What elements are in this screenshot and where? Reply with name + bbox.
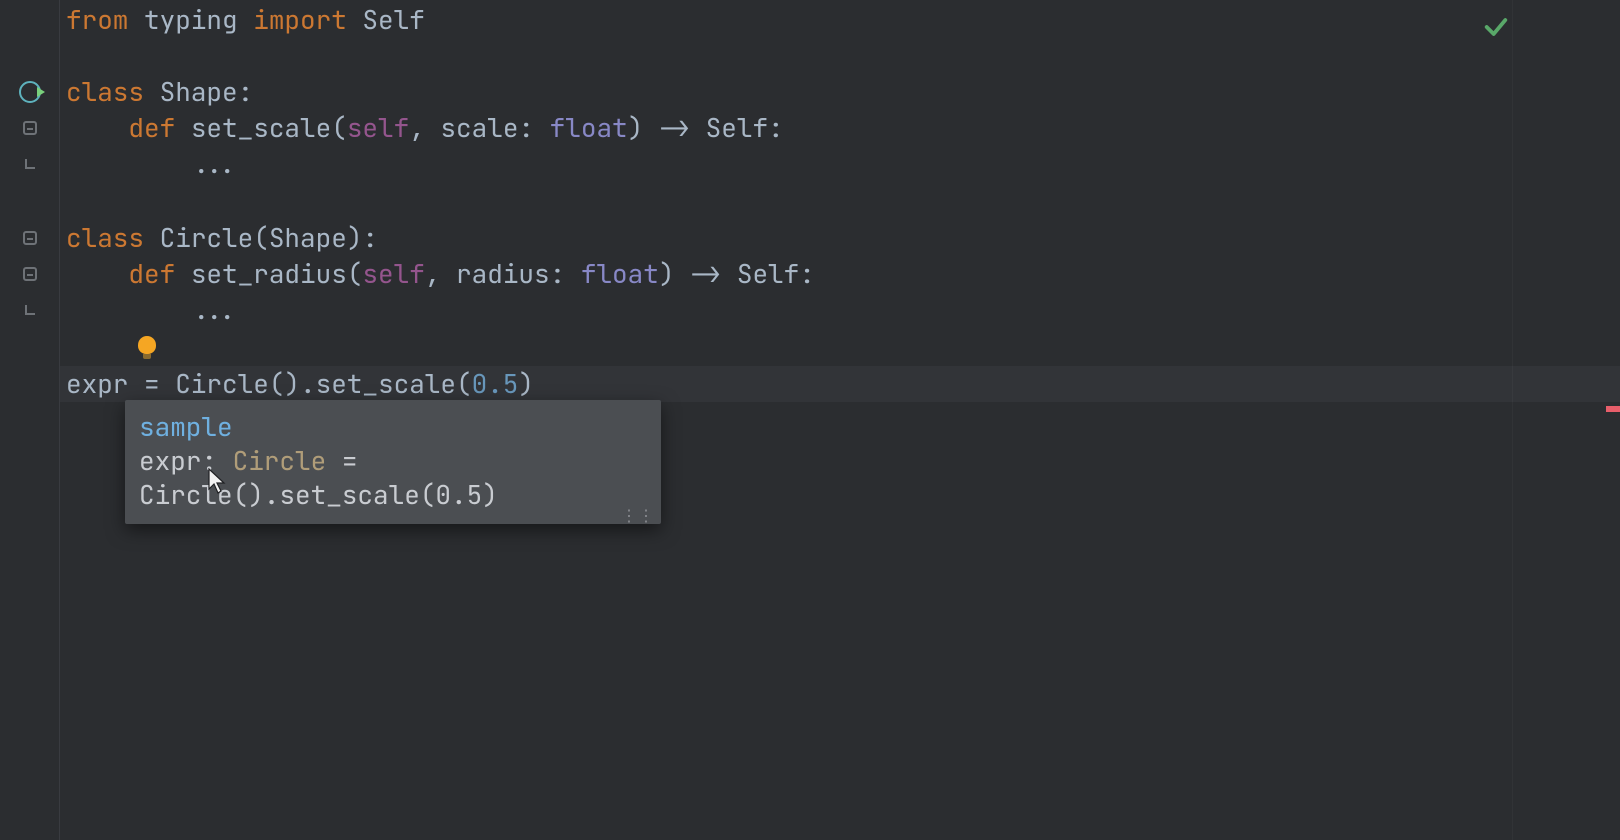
code-line[interactable]: class Shape:: [66, 74, 253, 110]
code-line[interactable]: expr = Circle().set_scale(0.5): [66, 366, 534, 402]
fold-end-icon: [0, 146, 59, 182]
fold-toggle-icon[interactable]: [0, 256, 59, 292]
code-area[interactable]: from typing import Self class Shape: def …: [60, 0, 1620, 840]
code-line[interactable]: def set_scale(self, scale: float) -> Sel…: [66, 110, 784, 146]
intention-bulb-icon[interactable]: [138, 336, 156, 354]
quick-doc-inferred-type: expr: Circle = Circle().set_scale(0.5): [139, 444, 647, 512]
code-line[interactable]: from typing import Self: [66, 2, 425, 38]
error-stripe-mark[interactable]: [1606, 406, 1620, 412]
error-stripe-bar[interactable]: [1512, 0, 1620, 840]
resize-grip-icon[interactable]: ⋮⋮: [621, 512, 655, 520]
code-line[interactable]: ...: [66, 292, 238, 328]
code-line[interactable]: ...: [66, 146, 238, 182]
gutter: [0, 0, 60, 840]
run-class-icon[interactable]: [0, 74, 59, 110]
quick-doc-popup[interactable]: sample expr: Circle = Circle().set_scale…: [125, 400, 661, 524]
quick-doc-module: sample: [139, 409, 233, 444]
fold-end-icon: [0, 292, 59, 328]
code-line[interactable]: class Circle(Shape):: [66, 220, 378, 256]
code-line[interactable]: def set_radius(self, radius: float) -> S…: [66, 256, 815, 292]
fold-toggle-icon[interactable]: [0, 220, 59, 256]
fold-toggle-icon[interactable]: [0, 110, 59, 146]
editor-root: from typing import Self class Shape: def …: [0, 0, 1620, 840]
analysis-ok-icon[interactable]: [1482, 10, 1510, 50]
